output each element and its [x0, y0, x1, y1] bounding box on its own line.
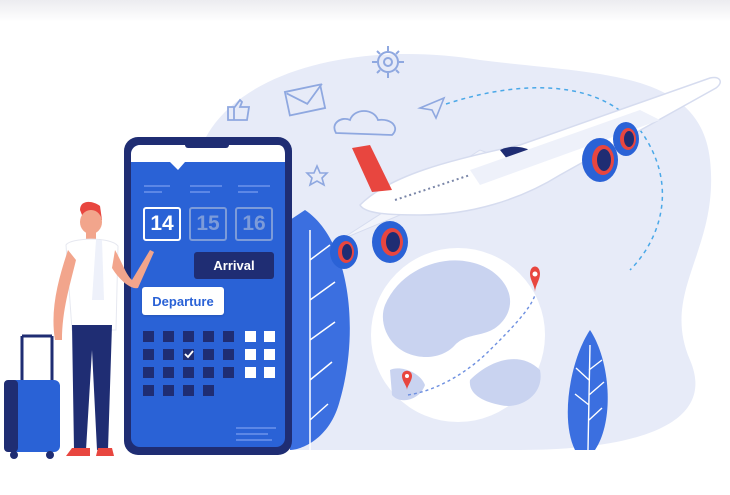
date-tile-14[interactable]: 14 [143, 207, 181, 241]
globe [371, 248, 545, 422]
date-tile-15[interactable]: 15 [189, 207, 227, 241]
arrival-button[interactable]: Arrival [194, 252, 274, 279]
date-tile-16[interactable]: 16 [235, 207, 273, 241]
departure-button[interactable]: Departure [142, 287, 224, 315]
checkmark-icon [183, 349, 194, 360]
travel-illustration [4, 46, 721, 459]
suitcase [4, 334, 60, 459]
